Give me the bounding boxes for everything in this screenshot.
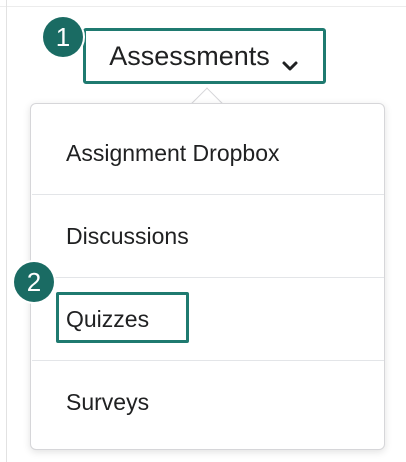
menu-item-assignment-dropbox[interactable]: Assignment Dropbox [32,112,384,194]
assessments-dropdown-menu: Assignment Dropbox Discussions Quizzes S… [30,103,385,450]
step-1-highlight: Assessments [83,28,326,84]
step-2-badge: 2 [14,262,54,302]
menu-item-label: Quizzes [66,305,150,332]
menu-caret-join [190,104,226,114]
assessments-menu-label: Assessments [109,40,270,71]
step-1-badge: 1 [43,17,83,57]
menu-item-surveys[interactable]: Surveys [32,361,384,443]
step-2-number: 2 [26,266,42,297]
menu-item-label: Surveys [66,388,150,415]
menu-item-label: Assignment Dropbox [66,139,280,166]
step-1-number: 1 [55,21,71,52]
menu-item-quizzes[interactable]: Quizzes [32,278,384,360]
frame-left-border [6,0,7,462]
menu-item-discussions[interactable]: Discussions [32,195,384,277]
chevron-down-icon [280,50,300,71]
frame-top-border [0,6,406,7]
menu-item-label: Discussions [66,222,189,249]
assessments-menu-button[interactable]: Assessments [89,34,320,78]
